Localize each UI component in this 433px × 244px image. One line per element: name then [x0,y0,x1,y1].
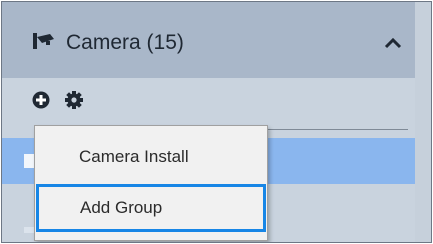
security-camera-icon [33,33,54,49]
context-menu: Camera Install Add Group [34,125,268,241]
menu-item-camera-install[interactable]: Camera Install [35,133,267,181]
camera-panel: Camera (15) Camera Install Add Group [1,1,432,243]
chevron-up-icon[interactable] [384,36,402,50]
add-circle-icon[interactable] [32,91,50,109]
gear-icon[interactable] [64,90,84,110]
menu-item-add-group[interactable]: Add Group [36,184,266,232]
vertical-scrollbar[interactable] [415,2,431,242]
panel-title: Camera (15) [66,31,184,54]
camera-panel-header[interactable]: Camera (15) [2,2,415,78]
list-row-marker [24,154,34,168]
list-row-marker [24,227,34,233]
